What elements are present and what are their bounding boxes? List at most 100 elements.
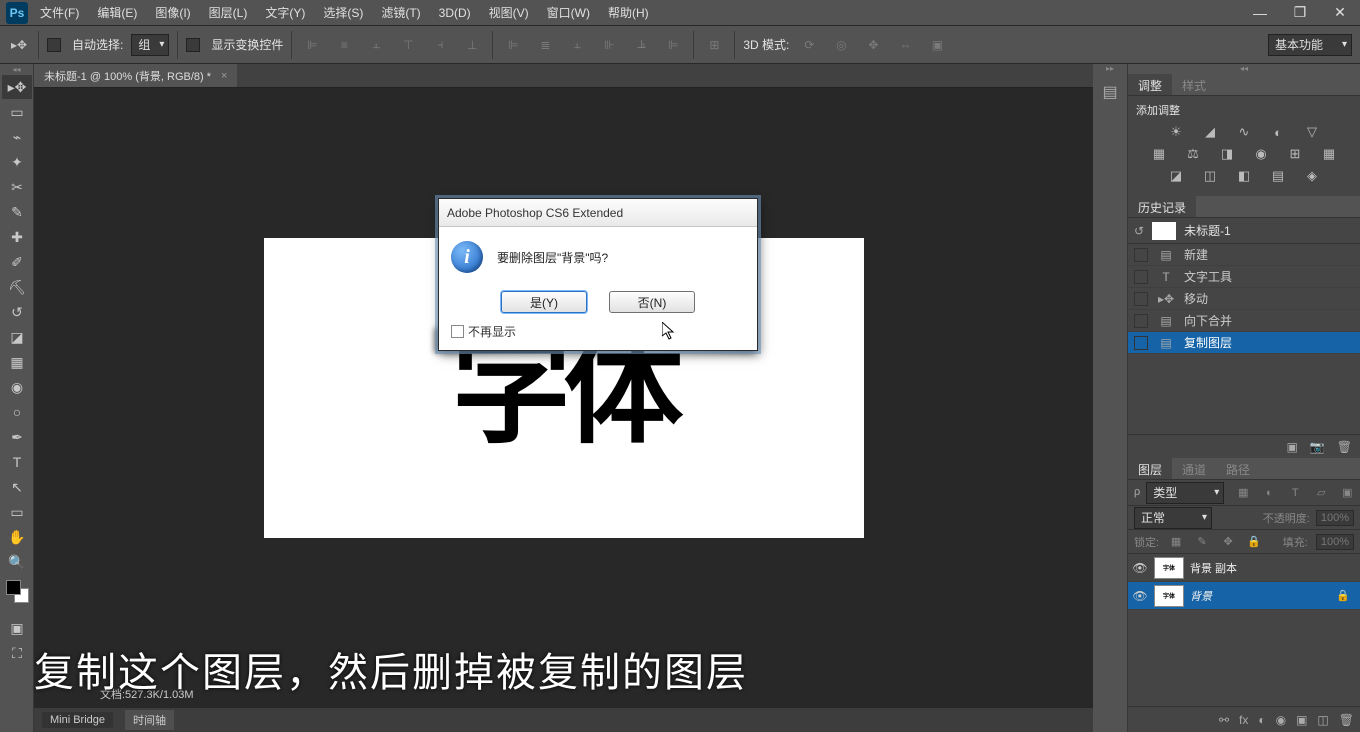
tab-paths[interactable]: 路径 [1216, 458, 1260, 479]
distribute-icon[interactable]: ≣ [533, 33, 557, 57]
dodge-tool[interactable]: ○ [2, 400, 32, 424]
vibrance-icon[interactable]: ▽ [1302, 124, 1322, 140]
healing-tool[interactable]: ✚ [2, 225, 32, 249]
3d-orbit-icon[interactable]: ⟳ [797, 33, 821, 57]
posterize-icon[interactable]: ◫ [1200, 168, 1220, 184]
layer-thumbnail[interactable]: 字体 [1154, 557, 1184, 579]
quickmask-tool[interactable]: ▣ [2, 616, 32, 640]
tab-adjustments[interactable]: 调整 [1128, 74, 1172, 95]
panel-icon[interactable]: ▤ [1096, 78, 1124, 106]
hue-icon[interactable]: ▦ [1149, 146, 1169, 162]
align-mid-icon[interactable]: ⫞ [428, 33, 452, 57]
align-bot-icon[interactable]: ⊥ [460, 33, 484, 57]
restore-button[interactable]: ❐ [1286, 4, 1314, 22]
tab-layers[interactable]: 图层 [1128, 458, 1172, 479]
distribute-icon[interactable]: ⊫ [661, 33, 685, 57]
menu-help[interactable]: 帮助(H) [608, 4, 649, 21]
menu-image[interactable]: 图像(I) [155, 4, 190, 21]
distribute-icon[interactable]: ⫠ [565, 33, 589, 57]
type-tool[interactable]: T [2, 450, 32, 474]
levels-icon[interactable]: ◢ [1200, 124, 1220, 140]
distribute-icon[interactable]: ⫡ [629, 33, 653, 57]
gradient-map-icon[interactable]: ▤ [1268, 168, 1288, 184]
brightness-icon[interactable]: ☀ [1166, 124, 1186, 140]
lasso-tool[interactable]: ⌁ [2, 125, 32, 149]
brush-tool[interactable]: ✐ [2, 250, 32, 274]
minibridge-tab[interactable]: Mini Bridge [42, 712, 113, 728]
panel-handle[interactable]: ◂◂ [1128, 64, 1360, 74]
distribute-icon[interactable]: ⊫ [501, 33, 525, 57]
timeline-tab[interactable]: 时间轴 [125, 710, 174, 730]
blend-mode-dropdown[interactable]: 正常 [1134, 507, 1212, 529]
lock-pixel-icon[interactable]: ✎ [1193, 534, 1211, 550]
gradient-tool[interactable]: ▦ [2, 350, 32, 374]
visibility-icon[interactable]: 👁 [1132, 589, 1148, 603]
crop-tool[interactable]: ✂ [2, 175, 32, 199]
align-top-icon[interactable]: ⊤ [396, 33, 420, 57]
eraser-tool[interactable]: ◪ [2, 325, 32, 349]
trash-icon[interactable]: 🗑 [1339, 713, 1354, 727]
color-swatches[interactable] [2, 580, 31, 610]
panel-handle[interactable]: ▸▸ [1093, 64, 1127, 74]
bw-icon[interactable]: ◨ [1217, 146, 1237, 162]
screen-mode-tool[interactable]: ⛶ [2, 641, 32, 665]
zoom-tool[interactable]: 🔍 [2, 550, 32, 574]
fill-value[interactable]: 100% [1316, 534, 1354, 550]
history-document-row[interactable]: ↺ 未标题-1 [1128, 218, 1360, 244]
layer-row[interactable]: 👁 字体 背景 🔒 [1128, 582, 1360, 610]
no-button[interactable]: 否(N) [609, 291, 695, 313]
path-select-tool[interactable]: ↖ [2, 475, 32, 499]
tab-styles[interactable]: 样式 [1172, 74, 1216, 95]
menu-select[interactable]: 选择(S) [323, 4, 363, 21]
exposure-icon[interactable]: ◐ [1268, 124, 1288, 140]
layer-row[interactable]: 👁 字体 背景 副本 [1128, 554, 1360, 582]
menu-view[interactable]: 视图(V) [489, 4, 529, 21]
menu-3d[interactable]: 3D(D) [439, 6, 471, 20]
filter-kind-dropdown[interactable]: 类型 [1146, 482, 1224, 504]
align-icon[interactable]: ⊫ [300, 33, 324, 57]
move-tool[interactable]: ▸✥ [2, 75, 32, 99]
hand-tool[interactable]: ✋ [2, 525, 32, 549]
document-tab[interactable]: 未标题-1 @ 100% (背景, RGB/8) * × [34, 64, 237, 87]
history-brush-tool[interactable]: ↺ [2, 300, 32, 324]
snapshot-icon[interactable]: 📷 [1310, 440, 1325, 454]
foreground-color[interactable] [6, 580, 21, 595]
history-item[interactable]: ▤新建 [1128, 244, 1360, 266]
history-item[interactable]: T文字工具 [1128, 266, 1360, 288]
opacity-value[interactable]: 100% [1316, 510, 1354, 526]
threshold-icon[interactable]: ◧ [1234, 168, 1254, 184]
create-doc-icon[interactable]: ▣ [1286, 440, 1297, 454]
show-transform-checkbox[interactable] [186, 38, 200, 52]
filter-adjust-icon[interactable]: ◐ [1260, 485, 1278, 501]
yes-button[interactable]: 是(Y) [501, 291, 587, 313]
align-icon[interactable]: ⫠ [364, 33, 388, 57]
blur-tool[interactable]: ◉ [2, 375, 32, 399]
close-button[interactable]: ✕ [1326, 4, 1354, 22]
trash-icon[interactable]: 🗑 [1337, 440, 1352, 454]
3d-slide-icon[interactable]: ⇔ [893, 33, 917, 57]
menu-file[interactable]: 文件(F) [40, 4, 79, 21]
noshow-checkbox[interactable] [451, 325, 464, 338]
lock-all-icon[interactable]: 🔒 [1245, 534, 1263, 550]
lock-trans-icon[interactable]: ▦ [1167, 534, 1185, 550]
menu-filter[interactable]: 滤镜(T) [381, 4, 420, 21]
filter-shape-icon[interactable]: ▱ [1312, 485, 1330, 501]
visibility-icon[interactable]: 👁 [1132, 561, 1148, 575]
wand-tool[interactable]: ✦ [2, 150, 32, 174]
mask-icon[interactable]: ◐ [1258, 713, 1265, 727]
close-tab-icon[interactable]: × [221, 70, 227, 82]
invert-icon[interactable]: ◪ [1166, 168, 1186, 184]
workspace-dropdown[interactable]: 基本功能 [1268, 34, 1352, 56]
filter-search-icon[interactable]: ρ [1134, 486, 1140, 500]
menu-layer[interactable]: 图层(L) [209, 4, 248, 21]
3d-roll-icon[interactable]: ◎ [829, 33, 853, 57]
lock-pos-icon[interactable]: ✥ [1219, 534, 1237, 550]
mixer-icon[interactable]: ⊞ [1285, 146, 1305, 162]
auto-align-icon[interactable]: ⊞ [702, 33, 726, 57]
curves-icon[interactable]: ∿ [1234, 124, 1254, 140]
selective-icon[interactable]: ◈ [1302, 168, 1322, 184]
3d-pan-icon[interactable]: ✥ [861, 33, 885, 57]
link-icon[interactable]: ⚯ [1219, 713, 1229, 727]
distribute-icon[interactable]: ⊪ [597, 33, 621, 57]
lookup-icon[interactable]: ▦ [1319, 146, 1339, 162]
